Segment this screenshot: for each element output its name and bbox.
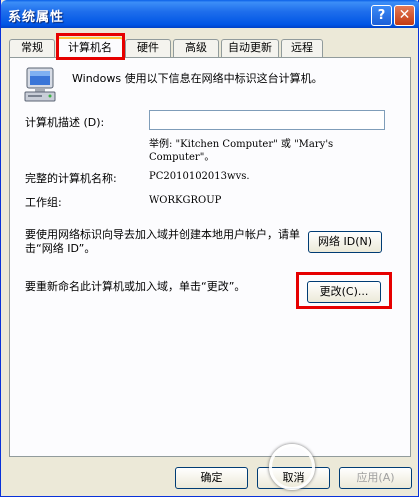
ok-button[interactable]: 确定	[175, 467, 248, 489]
intro-text: Windows 使用以下信息在网络中标识这台计算机。	[72, 72, 323, 85]
full-name-value: PC2010102013wvs.	[149, 171, 250, 182]
tab-general[interactable]: 常规	[9, 39, 55, 57]
window-title: 系统属性	[8, 10, 65, 25]
full-name-label: 完整的计算机名称:	[25, 172, 117, 185]
watermark-logo	[269, 434, 419, 496]
workgroup-value: WORKGROUP	[149, 195, 222, 206]
network-id-text: 要使用网络标识向导去加入域并创建本地用户帐户，请单击“网络 ID”。	[25, 228, 300, 255]
workgroup-label: 工作组:	[25, 196, 62, 209]
example-text: 举例: "Kitchen Computer" 或 "Mary's Compute…	[149, 139, 334, 163]
tab-auto-update[interactable]: 自动更新	[221, 39, 279, 57]
rename-text: 要重新命名此计算机或加入域，单击“更改”。	[25, 280, 246, 293]
tab-advanced[interactable]: 高级	[173, 39, 219, 57]
watermark-circle	[269, 444, 315, 490]
tab-highlight-box	[56, 33, 125, 60]
tab-hardware[interactable]: 硬件	[125, 39, 171, 57]
close-button[interactable]: ✕	[394, 5, 415, 26]
description-label: 计算机描述 (D):	[25, 116, 105, 129]
network-id-button[interactable]: 网络 ID(N)	[308, 231, 382, 253]
change-button-highlight-box	[296, 272, 392, 309]
help-button[interactable]: ?	[371, 5, 392, 26]
computer-icon	[24, 67, 56, 102]
tab-remote[interactable]: 远程	[281, 39, 323, 57]
computer-name-panel: Windows 使用以下信息在网络中标识这台计算机。 计算机描述 (D): 举例…	[9, 57, 411, 457]
title-bar[interactable]: 系统属性 ? ✕	[1, 0, 419, 28]
description-input[interactable]	[149, 110, 385, 130]
system-properties-window: 系统属性 ? ✕ 常规 计算机名 硬件 高级 自动更新 远程 Windows 使…	[0, 0, 419, 497]
